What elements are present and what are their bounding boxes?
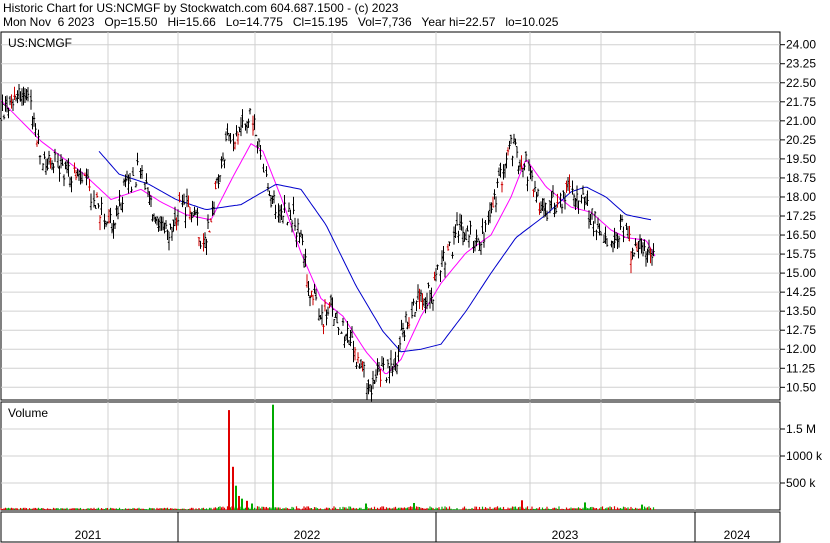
price-tick-label: 13.50	[786, 304, 816, 318]
price-tick-label: 22.50	[786, 76, 816, 90]
price-tick-label: 18.75	[786, 171, 816, 185]
price-tick-label: 10.50	[786, 380, 816, 394]
price-tick-label: 15.75	[786, 247, 816, 261]
price-tick-label: 17.25	[786, 209, 816, 223]
price-y-axis: 24.00 23.25 22.50 21.75 21.00 20.25 19.50 18.75…	[780, 38, 816, 394]
stock-chart: US:NCMGF 24.00 23.25 22.50 21.75 21.00 20.25 1…	[0, 31, 823, 543]
price-tick-label: 24.00	[786, 38, 816, 52]
price-tick-label: 23.25	[786, 57, 816, 71]
volume-tick-label: 1000 k	[786, 449, 823, 463]
volume-panel-title: Volume	[8, 406, 48, 420]
volume-tick-label: 1.5 M	[786, 422, 816, 436]
price-tick-label: 12.75	[786, 323, 816, 337]
price-tick-label: 20.25	[786, 133, 816, 147]
price-tick-label: 11.25	[786, 361, 815, 375]
date-axis	[0, 511, 781, 543]
volume-tick-label: 500 k	[786, 476, 816, 490]
price-tick-label: 12.00	[786, 342, 816, 356]
year-label: 2024	[724, 528, 751, 542]
year-label: 2021	[75, 528, 102, 542]
price-tick-label: 21.00	[786, 114, 816, 128]
price-tick-label: 15.00	[786, 266, 816, 280]
price-tick-label: 19.50	[786, 152, 816, 166]
year-label: 2022	[294, 528, 321, 542]
price-panel-title: US:NCMGF	[8, 36, 72, 50]
volume-y-axis: 1.5 M 1000 k 500 k	[780, 422, 823, 490]
price-tick-label: 14.25	[786, 285, 816, 299]
price-tick-label: 21.75	[786, 95, 816, 109]
price-tick-label: 16.50	[786, 228, 816, 242]
price-tick-label: 18.00	[786, 190, 816, 204]
year-label: 2023	[552, 528, 579, 542]
